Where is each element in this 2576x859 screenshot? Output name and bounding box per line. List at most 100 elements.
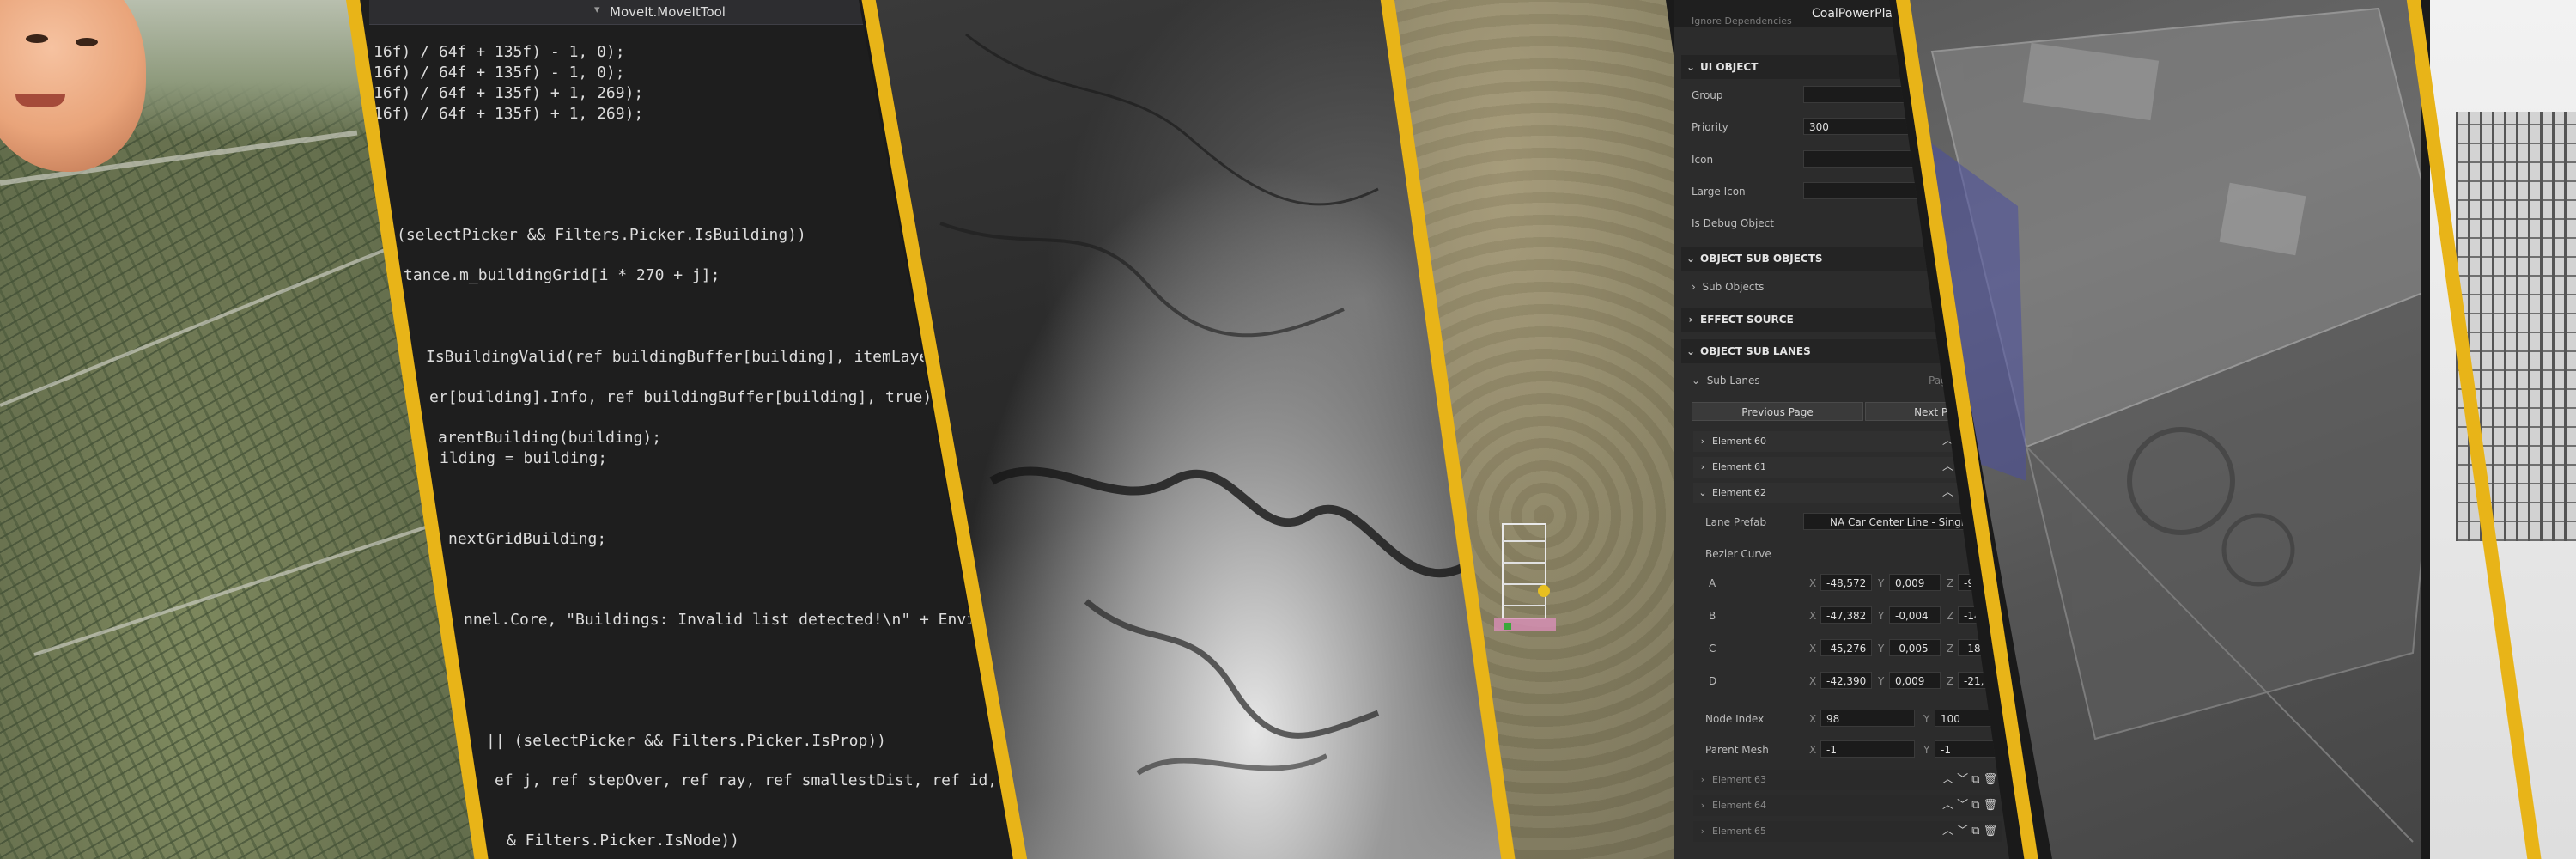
code-line: || (selectPicker && Filters.Picker.IsPro… xyxy=(486,732,886,750)
element-row[interactable]: ⌄ Element 62 ︿ ﹀ xyxy=(1693,483,2002,503)
editor-tab-bar: ▾ MoveIt.MoveItTool xyxy=(369,0,867,25)
node-index-y-field[interactable]: 100 xyxy=(1935,710,2005,727)
element-row[interactable]: › Element 65 ︿ ﹀ ⧉ 🗑 xyxy=(1693,821,2002,842)
bezier-b-x-field[interactable]: -47,382 xyxy=(1820,606,1872,624)
code-line: arentBuilding(building); xyxy=(438,429,662,447)
chevron-right-icon: › xyxy=(1688,314,1693,326)
bezier-d-y-field[interactable]: 0,009 xyxy=(1889,672,1941,689)
x-axis-label: X xyxy=(1809,744,1817,756)
element-label: Element 65 xyxy=(1712,825,1767,837)
z-axis-label: Z xyxy=(1947,643,1954,655)
bezier-curve-label: Bezier Curve xyxy=(1705,548,1771,560)
bezier-a-x-field[interactable]: -48,572 xyxy=(1820,574,1872,591)
x-axis-label: X xyxy=(1809,610,1817,622)
sub-lanes-foldout[interactable]: ⌄ Sub Lanes xyxy=(1692,375,1760,387)
lane-prefab-field[interactable]: NA Car Center Line - Single L xyxy=(1803,513,2001,530)
prefab-title: CoalPowerPla xyxy=(1812,7,1893,21)
node-index-label: Node Index xyxy=(1705,713,1765,725)
section-title: UI OBJECT xyxy=(1700,61,1759,73)
section-title: OBJECT SUB LANES xyxy=(1700,345,1811,357)
building-photo xyxy=(2430,0,2576,859)
bezier-point-label: C xyxy=(1709,643,1716,655)
code-line: IsBuildingValid(ref buildingBuffer[build… xyxy=(426,348,939,366)
move-arrows-icon[interactable]: ︿ ﹀ ⧉ 🗑 xyxy=(1942,821,1997,842)
code-line: nnel.Core, "Buildings: Invalid list dete… xyxy=(464,611,976,629)
chevron-down-icon: ⌄ xyxy=(1698,487,1707,498)
foldout-label: Sub Objects xyxy=(1702,281,1765,293)
parent-mesh-x-field[interactable]: -1 xyxy=(1820,740,1915,758)
is-debug-label: Is Debug Object xyxy=(1692,217,1774,229)
element-label: Element 61 xyxy=(1712,461,1767,472)
node-index-x-field[interactable]: 98 xyxy=(1820,710,1915,727)
z-axis-label: Z xyxy=(1947,610,1954,622)
chevron-right-icon: › xyxy=(1692,281,1703,293)
x-axis-label: X xyxy=(1809,643,1817,655)
chevron-down-icon: ⌄ xyxy=(1686,253,1696,265)
mouth xyxy=(15,94,65,107)
code-line: (selectPicker && Filters.Picker.IsBuildi… xyxy=(397,226,806,244)
large-icon-label: Large Icon xyxy=(1692,186,1746,198)
sub-objects-foldout[interactable]: › Sub Objects xyxy=(1692,281,1764,293)
element-row[interactable]: › Element 64 ︿ ﹀ ⧉ 🗑 xyxy=(1693,795,2002,816)
move-arrows-icon[interactable]: ︿ ﹀ ⧉ 🗑 xyxy=(1942,770,1997,790)
element-row[interactable]: › Element 60 ︿ ﹀ xyxy=(1693,431,2002,452)
y-axis-label: Y xyxy=(1923,713,1930,725)
priority-label: Priority xyxy=(1692,121,1728,133)
move-arrows-icon[interactable]: ︿ ﹀ xyxy=(1942,483,1968,503)
chevron-down-icon: ⌄ xyxy=(1686,345,1696,357)
code-line: er[building].Info, ref buildingBuffer[bu… xyxy=(429,388,942,406)
face-overlay xyxy=(0,0,146,172)
bezier-point-label: A xyxy=(1709,577,1716,589)
code-line: & Filters.Picker.IsNode)) xyxy=(507,832,739,850)
code-line: 16f) / 64f + 135f) + 1, 269); xyxy=(374,105,644,123)
bezier-d-x-field[interactable]: -42,390 xyxy=(1820,672,1872,689)
x-axis-label: X xyxy=(1809,577,1817,589)
file-tab-title[interactable]: MoveIt.MoveItTool xyxy=(610,4,726,20)
chevron-down-icon: ⌄ xyxy=(1686,61,1696,73)
y-axis-label: Y xyxy=(1878,643,1885,655)
bezier-c-x-field[interactable]: -45,276 xyxy=(1820,639,1872,656)
eye xyxy=(26,34,48,43)
element-label: Element 62 xyxy=(1712,487,1767,498)
bezier-point-label: D xyxy=(1709,675,1717,687)
code-line: tance.m_buildingGrid[i * 270 + j]; xyxy=(404,266,720,284)
element-row[interactable]: › Element 63 ︿ ﹀ ⧉ 🗑 xyxy=(1693,770,2002,790)
chevron-right-icon: › xyxy=(1700,461,1705,472)
group-label: Group xyxy=(1692,89,1723,101)
previous-page-button[interactable]: Previous Page xyxy=(1692,402,1863,421)
collage: ▾ MoveIt.MoveItTool 16f) / 64f + 135f) -… xyxy=(0,0,2576,859)
chevron-down-icon: ⌄ xyxy=(1692,375,1707,387)
y-axis-label: Y xyxy=(1923,744,1930,756)
element-label: Element 63 xyxy=(1712,774,1767,785)
icon-label: Icon xyxy=(1692,154,1714,166)
foldout-label: Sub Lanes xyxy=(1706,375,1760,387)
code-line: 16f) / 64f + 135f) - 1, 0); xyxy=(374,64,625,82)
z-axis-label: Z xyxy=(1947,577,1954,589)
bezier-point-label: B xyxy=(1709,610,1716,622)
move-arrows-icon[interactable]: ︿ ﹀ ⧉ 🗑 xyxy=(1942,795,1997,816)
code-line: ef j, ref stepOver, ref ray, ref smalles… xyxy=(495,771,998,789)
code-line: ilding = building; xyxy=(440,449,608,467)
section-title: OBJECT SUB OBJECTS xyxy=(1700,253,1823,265)
element-row[interactable]: › Element 61 ︿ ﹀ xyxy=(1693,457,2002,478)
x-axis-label: X xyxy=(1809,675,1817,687)
x-axis-label: X xyxy=(1809,713,1817,725)
z-axis-label: Z xyxy=(1947,675,1954,687)
y-axis-label: Y xyxy=(1878,610,1885,622)
element-label: Element 64 xyxy=(1712,800,1767,811)
code-line: nextGridBuilding; xyxy=(448,530,607,548)
lane-prefab-label: Lane Prefab xyxy=(1705,516,1767,528)
bezier-c-y-field[interactable]: -0,005 xyxy=(1889,639,1941,656)
ignore-dependencies-label: Ignore Dependencies xyxy=(1692,15,1792,27)
chevron-right-icon: › xyxy=(1700,436,1705,447)
y-axis-label: Y xyxy=(1878,675,1885,687)
bezier-b-y-field[interactable]: -0,004 xyxy=(1889,606,1941,624)
road xyxy=(33,525,428,656)
parent-mesh-y-field[interactable]: -1 xyxy=(1935,740,2005,758)
chevron-right-icon: › xyxy=(1700,825,1705,837)
bezier-a-y-field[interactable]: 0,009 xyxy=(1889,574,1941,591)
dropdown-arrow-icon[interactable]: ▾ xyxy=(594,3,600,16)
building-model xyxy=(1494,523,1556,631)
page-label: Page xyxy=(1929,375,1954,387)
road xyxy=(0,236,415,407)
